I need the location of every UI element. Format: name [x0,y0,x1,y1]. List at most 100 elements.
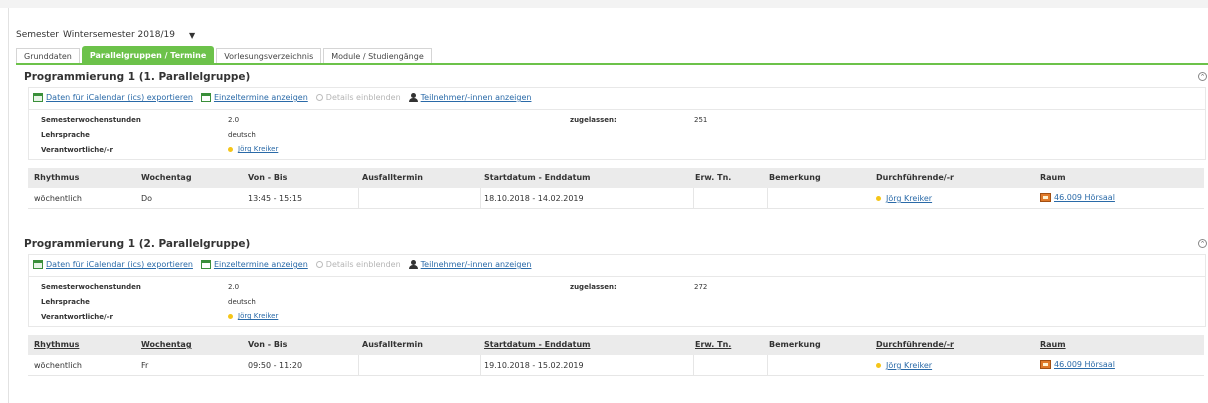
admitted-value: 251 [694,116,708,124]
language-value: deutsch [228,298,256,306]
col-start-end[interactable]: Startdatum - Enddatum [484,173,591,182]
room-icon [1040,360,1051,369]
magnifier-icon [315,94,323,101]
col-raum[interactable]: Raum [1040,340,1066,349]
col-bemerkung[interactable]: Bemerkung [769,340,821,349]
cell-divider [358,188,359,208]
collapse-icon[interactable]: ⌃ [1198,72,1207,81]
table-row: wöchentlich Do 13:45 - 15:15 18.10.2018 … [28,188,1204,209]
col-durchfuehrende[interactable]: Durchführende/-r [876,173,954,182]
col-bemerkung[interactable]: Bemerkung [769,173,821,182]
tab-bar: Grunddaten Parallelgruppen / Termine Vor… [16,45,1208,65]
magnifier-icon [315,261,323,268]
col-von-bis[interactable]: Von - Bis [248,173,287,182]
semester-label: Semester [16,30,60,40]
chevron-down-icon[interactable]: ▼ [189,31,195,40]
cell-time: 13:45 - 15:15 [248,194,303,203]
show-details-link[interactable]: Details einblenden [315,93,401,102]
cell-rhythm: wöchentlich [34,194,82,203]
admitted-value: 272 [694,283,708,291]
status-dot-icon [876,196,881,201]
col-rhythmus[interactable]: Rhythmus [34,340,79,349]
tab-vorlesungsverzeichnis[interactable]: Vorlesungsverzeichnis [216,48,322,63]
cell-weekday: Fr [141,361,149,370]
group-title: Programmierung 1 (1. Parallelgruppe) [24,71,251,83]
col-raum[interactable]: Raum [1040,173,1066,182]
cell-dates: 19.10.2018 - 15.02.2019 [484,361,584,370]
cell-time: 09:50 - 11:20 [248,361,303,370]
tab-module-studiengaenge[interactable]: Module / Studiengänge [323,48,432,63]
col-wochentag[interactable]: Wochentag [141,173,192,182]
group-info-box: Semesterwochenstunden 2.0 Lehrsprache de… [28,109,1206,160]
calendar-icon [200,93,211,102]
cell-divider [767,188,768,208]
language-value: deutsch [228,131,256,139]
single-dates-link[interactable]: Einzeltermine anzeigen [200,93,308,102]
dates-table-header: Rhythmus Wochentag Von - Bis Ausfallterm… [28,168,1204,188]
parallel-group: Programmierung 1 (2. Parallelgruppe) ⌃ D… [20,238,1208,398]
col-wochentag[interactable]: Wochentag [141,340,192,349]
tab-grunddaten[interactable]: Grunddaten [16,48,80,63]
responsible-label: Verantwortliche/-r [41,313,113,321]
responsible-link[interactable]: Jörg Kreiker [228,312,278,320]
status-dot-icon [228,146,233,152]
actions-bar: Daten für iCalendar (ics) exportieren Ei… [28,254,1206,277]
cell-divider [693,188,694,208]
group-info-box: Semesterwochenstunden 2.0 Lehrsprache de… [28,276,1206,327]
calendar-export-icon [33,93,43,102]
sws-label: Semesterwochenstunden [41,283,141,291]
export-ics-link[interactable]: Daten für iCalendar (ics) exportieren [33,260,193,269]
status-dot-icon [876,363,881,368]
cell-divider [480,188,481,208]
status-dot-icon [228,313,233,319]
table-row: wöchentlich Fr 09:50 - 11:20 19.10.2018 … [28,355,1204,376]
actions-bar: Daten für iCalendar (ics) exportieren Ei… [28,87,1206,110]
cell-room-link[interactable]: 46.009 Hörsaal [1040,360,1115,369]
admitted-label: zugelassen: [570,283,617,291]
col-erw-tn[interactable]: Erw. Tn. [695,173,731,182]
cell-room-link[interactable]: 46.009 Hörsaal [1040,193,1115,202]
col-von-bis[interactable]: Von - Bis [248,340,287,349]
user-icon [408,260,418,269]
semester-select[interactable]: Wintersemester 2018/19 ▼ [63,30,195,40]
group-title: Programmierung 1 (2. Parallelgruppe) [24,238,251,250]
admitted-label: zugelassen: [570,116,617,124]
room-icon [1040,193,1051,202]
parallel-group: Programmierung 1 (1. Parallelgruppe) ⌃ D… [20,71,1208,231]
sws-value: 2.0 [228,283,240,291]
cell-lecturer-link[interactable]: Jörg Kreiker [876,194,932,203]
responsible-label: Verantwortliche/-r [41,146,113,154]
col-erw-tn[interactable]: Erw. Tn. [695,340,731,349]
calendar-export-icon [33,260,43,269]
cell-divider [358,355,359,375]
cell-divider [480,355,481,375]
col-ausfalltermin[interactable]: Ausfalltermin [362,340,423,349]
cell-rhythm: wöchentlich [34,361,82,370]
cell-lecturer-link[interactable]: Jörg Kreiker [876,361,932,370]
participants-link[interactable]: Teilnehmer/-innen anzeigen [408,93,531,102]
language-label: Lehrsprache [41,298,90,306]
sws-label: Semesterwochenstunden [41,116,141,124]
col-rhythmus[interactable]: Rhythmus [34,173,79,182]
col-ausfalltermin[interactable]: Ausfalltermin [362,173,423,182]
cell-dates: 18.10.2018 - 14.02.2019 [484,194,584,203]
sws-value: 2.0 [228,116,240,124]
calendar-icon [200,260,211,269]
language-label: Lehrsprache [41,131,90,139]
participants-link[interactable]: Teilnehmer/-innen anzeigen [408,260,531,269]
show-details-link[interactable]: Details einblenden [315,260,401,269]
semester-value: Wintersemester 2018/19 [63,30,175,40]
cell-divider [767,355,768,375]
col-start-end[interactable]: Startdatum - Enddatum [484,340,591,349]
collapse-icon[interactable]: ⌃ [1198,239,1207,248]
semester-selector-row: Semester Wintersemester 2018/19 ▼ [16,27,195,43]
dates-table-header: Rhythmus Wochentag Von - Bis Ausfallterm… [28,335,1204,355]
cell-weekday: Do [141,194,153,203]
responsible-link[interactable]: Jörg Kreiker [228,145,278,153]
col-durchfuehrende[interactable]: Durchführende/-r [876,340,954,349]
cell-divider [693,355,694,375]
user-icon [408,93,418,102]
export-ics-link[interactable]: Daten für iCalendar (ics) exportieren [33,93,193,102]
tab-parallelgruppen-termine[interactable]: Parallelgruppen / Termine [81,46,215,63]
single-dates-link[interactable]: Einzeltermine anzeigen [200,260,308,269]
